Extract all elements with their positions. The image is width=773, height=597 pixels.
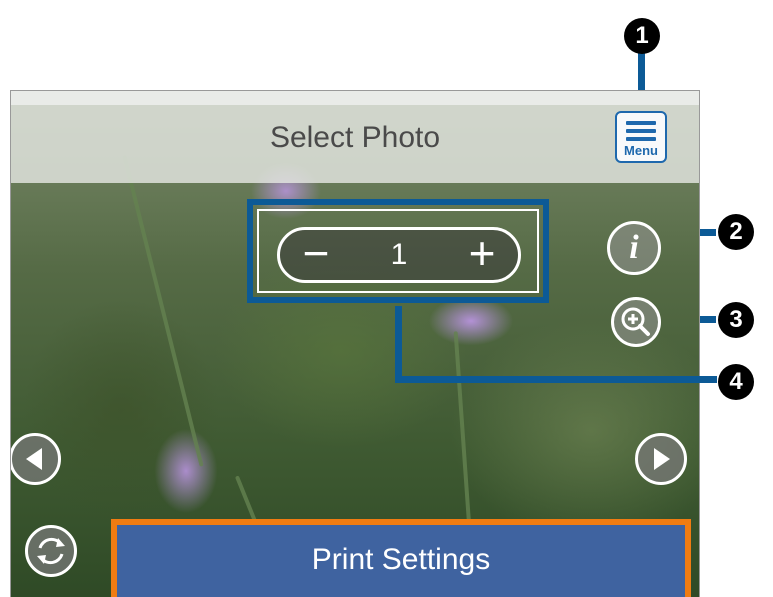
zoom-in-icon bbox=[621, 307, 650, 336]
callout-2: 2 bbox=[718, 214, 754, 250]
callout-4: 4 bbox=[718, 364, 754, 400]
info-button[interactable]: i bbox=[607, 221, 661, 275]
zoom-button[interactable] bbox=[611, 297, 661, 347]
arrow-left-icon bbox=[26, 448, 42, 470]
next-photo-button[interactable] bbox=[635, 433, 687, 485]
info-icon: i bbox=[629, 229, 639, 266]
header-strip bbox=[11, 91, 699, 105]
print-settings-label: Print Settings bbox=[311, 543, 491, 576]
menu-label: Menu bbox=[624, 143, 658, 158]
callout-1: 1 bbox=[624, 18, 660, 54]
rotate-button[interactable] bbox=[25, 525, 77, 577]
menu-button[interactable]: Menu bbox=[615, 111, 667, 163]
callout-4-line bbox=[395, 306, 402, 382]
decrease-copies-button[interactable]: − bbox=[286, 230, 346, 280]
copies-value: 1 bbox=[390, 238, 408, 271]
arrow-right-icon bbox=[654, 448, 670, 470]
menu-icon bbox=[626, 121, 656, 145]
rotate-icon bbox=[37, 537, 65, 565]
previous-photo-button[interactable] bbox=[11, 433, 61, 485]
page-title: Select Photo bbox=[269, 121, 441, 154]
increase-copies-button[interactable]: + bbox=[452, 230, 512, 280]
callout-4-line bbox=[395, 376, 717, 383]
print-settings-button[interactable]: Print Settings bbox=[111, 519, 691, 597]
photo-stem bbox=[122, 155, 204, 467]
header-bar: Select Photo Menu bbox=[11, 91, 699, 183]
printer-screen: Select Photo Menu − 1 + i Print Settings bbox=[10, 90, 700, 597]
callout-3: 3 bbox=[718, 302, 754, 338]
copies-stepper[interactable]: − 1 + bbox=[277, 227, 521, 283]
